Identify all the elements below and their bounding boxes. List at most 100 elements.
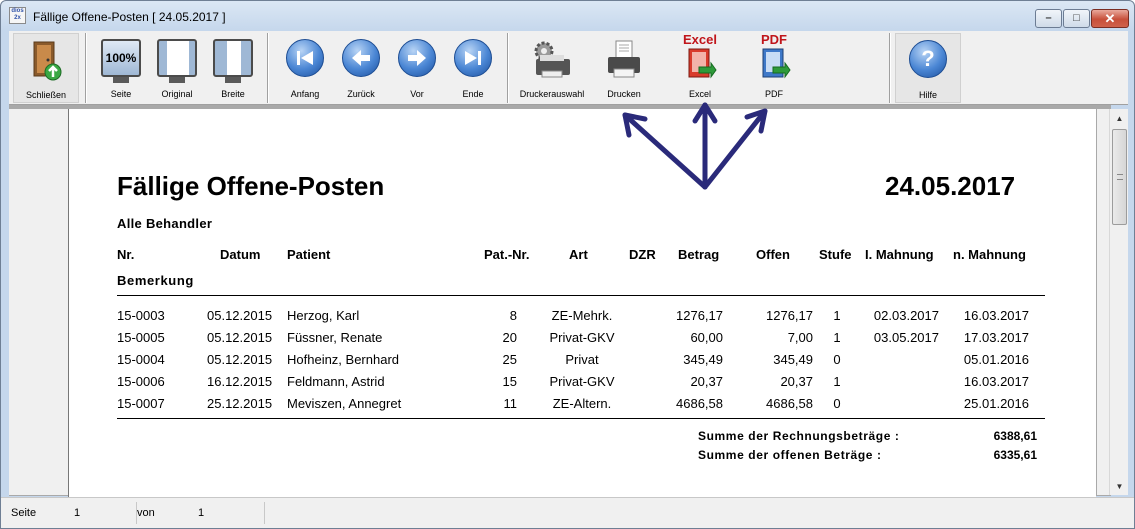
printer-gear-icon	[530, 39, 574, 84]
pdf-export-button[interactable]: PDF PDF	[743, 33, 805, 103]
toolbar-label: Schließen	[25, 90, 67, 100]
first-page-button[interactable]: Anfang	[279, 33, 331, 103]
zoom-100-icon: 100%	[101, 39, 141, 83]
excel-export-button[interactable]: Excel Excel	[669, 33, 731, 103]
status-of-section: von 1	[137, 502, 265, 524]
cell-nr: 15-0006	[117, 374, 165, 389]
cell-patient: Hofheinz, Bernhard	[287, 352, 400, 367]
toolbar-label: Vor	[410, 89, 424, 99]
original-size-button[interactable]: Original	[151, 33, 203, 103]
title-bar: dios 2x Fällige Offene-Posten [ 24.05.20…	[1, 1, 1134, 31]
cell-amount: 1276,17	[676, 308, 723, 323]
cell-next-reminder: 16.03.2017	[963, 308, 1029, 323]
monitor-width-icon	[213, 39, 253, 83]
toolbar-separator	[85, 33, 87, 103]
cell-amount: 60,00	[690, 330, 723, 345]
cell-type: Privat-GKV	[549, 374, 615, 389]
help-icon: ?	[909, 40, 947, 78]
toolbar: Schließen 100% Seite Original Breite Anf…	[9, 31, 1128, 105]
cell-level: 1	[833, 308, 841, 323]
status-of-label: von	[137, 507, 155, 519]
cell-patient: Füssner, Renate	[287, 330, 383, 345]
close-report-button[interactable]: Schließen	[13, 33, 79, 103]
sum-open-value: 6335,61	[993, 448, 1037, 462]
toolbar-label: Original	[161, 89, 193, 99]
column-header: Pat.-Nr.	[484, 247, 530, 262]
preview-margin-left	[9, 109, 68, 495]
close-icon: ✕	[1104, 11, 1116, 26]
status-page-section: Seite 1	[9, 502, 137, 524]
pdf-file-icon	[762, 48, 791, 79]
cell-date: 05.12.2015	[207, 308, 273, 323]
fit-page-button[interactable]: 100% Seite	[95, 33, 147, 103]
cell-first-reminder: 02.03.2017	[873, 308, 939, 323]
pdf-badge: PDF	[761, 32, 787, 47]
toolbar-label: Drucken	[607, 89, 641, 99]
cell-patient: Feldmann, Astrid	[287, 374, 385, 389]
arrow-left-icon	[342, 39, 380, 77]
sum-open-label: Summe der offenen Beträge :	[698, 448, 882, 462]
preview-margin-right	[1097, 109, 1109, 495]
printer-select-button[interactable]: Druckerauswahl	[515, 33, 589, 103]
excel-badge: Excel	[683, 32, 717, 47]
report-page	[68, 109, 1096, 501]
header-rule	[117, 295, 1045, 296]
minimize-button[interactable]: –	[1035, 9, 1062, 28]
cell-type: ZE-Mehrk.	[551, 308, 613, 323]
help-button[interactable]: ? Hilfe	[895, 33, 961, 103]
toolbar-label: Druckerauswahl	[519, 89, 585, 99]
printer-icon	[604, 39, 644, 84]
cell-level: 0	[833, 352, 841, 367]
cell-amount: 345,49	[683, 352, 723, 367]
cell-type: Privat-GKV	[549, 330, 615, 345]
cell-open: 1276,17	[766, 308, 813, 323]
cell-patient: Herzog, Karl	[287, 308, 360, 323]
print-button[interactable]: Drucken	[595, 33, 653, 103]
toolbar-label: Ende	[462, 89, 484, 99]
status-bar: Seite 1 von 1	[1, 497, 1134, 528]
cell-first-reminder: 03.05.2017	[873, 330, 939, 345]
toolbar-label: Hilfe	[918, 90, 937, 100]
cell-date: 05.12.2015	[207, 330, 273, 345]
vertical-scrollbar[interactable]: ▲ ▼	[1109, 109, 1128, 495]
last-page-button[interactable]: Ende	[447, 33, 499, 103]
scroll-thumb[interactable]	[1112, 129, 1127, 225]
fit-width-button[interactable]: Breite	[207, 33, 259, 103]
cell-next-reminder: 05.01.2016	[963, 352, 1029, 367]
window-title: Fällige Offene-Posten [ 24.05.2017 ]	[33, 10, 226, 24]
arrow-right-icon	[398, 39, 436, 77]
close-window-button[interactable]: ✕	[1091, 9, 1129, 28]
previous-page-button[interactable]: Zurück	[335, 33, 387, 103]
skip-forward-icon	[454, 39, 492, 77]
cell-level: 1	[833, 374, 841, 389]
cell-nr: 15-0005	[117, 330, 165, 345]
footer-rule	[117, 418, 1045, 419]
toolbar-label: Anfang	[290, 89, 320, 99]
column-header-remark: Bemerkung	[117, 273, 194, 288]
cell-patnr: 8	[509, 308, 517, 323]
column-header: Art	[569, 247, 588, 262]
excel-file-icon	[688, 48, 717, 79]
door-exit-icon	[26, 40, 66, 85]
column-header: Patient	[287, 247, 331, 262]
cell-date: 05.12.2015	[207, 352, 273, 367]
toolbar-label: Breite	[221, 89, 245, 99]
maximize-button[interactable]: □	[1063, 9, 1090, 28]
column-header: Nr.	[117, 247, 135, 262]
toolbar-label: PDF	[765, 89, 783, 99]
next-page-button[interactable]: Vor	[391, 33, 443, 103]
cell-type: ZE-Altern.	[552, 396, 612, 411]
cell-open: 4686,58	[766, 396, 813, 411]
status-page-label: Seite	[11, 507, 37, 519]
cell-patient: Meviszen, Annegret	[287, 396, 402, 411]
status-page-value: 1	[74, 507, 81, 519]
cell-level: 0	[833, 396, 841, 411]
toolbar-separator	[507, 33, 509, 103]
scroll-down-icon[interactable]: ▼	[1112, 479, 1127, 494]
cell-open: 345,49	[773, 352, 813, 367]
status-of-value: 1	[198, 507, 205, 519]
cell-patnr: 15	[502, 374, 517, 389]
toolbar-label: Seite	[110, 89, 132, 99]
scroll-up-icon[interactable]: ▲	[1112, 111, 1127, 126]
cell-next-reminder: 17.03.2017	[963, 330, 1029, 345]
